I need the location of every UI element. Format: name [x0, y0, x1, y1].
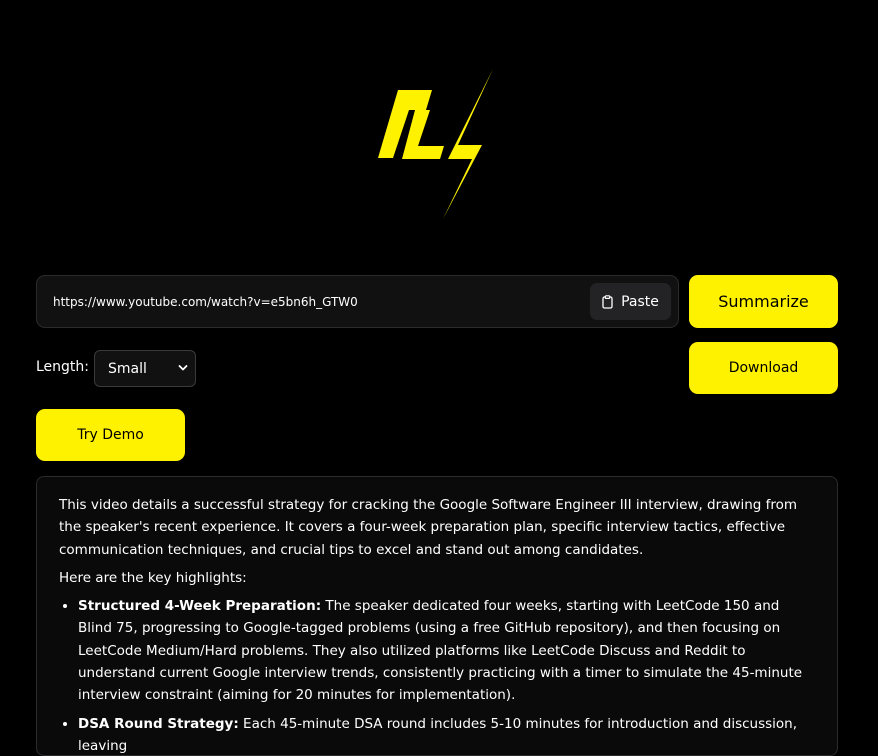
summarize-button[interactable]: Summarize: [689, 275, 838, 328]
highlight-title: Structured 4-Week Preparation:: [78, 598, 322, 615]
highlight-title: DSA Round Strategy:: [78, 715, 239, 732]
download-button-label: Download: [728, 360, 799, 376]
summarize-button-label: Summarize: [718, 292, 809, 311]
paste-button-label: Paste: [621, 293, 659, 310]
download-button[interactable]: Download: [689, 342, 838, 394]
highlights-list: Structured 4-Week Preparation: The speak…: [59, 595, 815, 755]
summary-panel: This video details a successful strategy…: [36, 476, 838, 756]
highlights-heading: Here are the key highlights:: [59, 569, 247, 586]
highlight-item: DSA Round Strategy: Each 45-minute DSA r…: [78, 713, 815, 755]
summary-intro: This video details a successful strategy…: [59, 497, 798, 558]
paste-button[interactable]: Paste: [590, 283, 671, 320]
try-demo-button-label: Try Demo: [77, 427, 144, 443]
length-selected-value: Small: [108, 360, 147, 377]
try-demo-button[interactable]: Try Demo: [36, 409, 185, 461]
length-label: Length:: [36, 359, 90, 375]
highlight-item: Structured 4-Week Preparation: The speak…: [78, 595, 815, 706]
chevron-down-icon: [178, 365, 188, 371]
url-input-container: Paste: [36, 275, 679, 328]
length-select[interactable]: Small: [94, 350, 196, 387]
youtube-url-input[interactable]: [51, 276, 591, 327]
clipboard-icon: [602, 294, 613, 309]
lightning-logo-icon: [378, 69, 493, 219]
